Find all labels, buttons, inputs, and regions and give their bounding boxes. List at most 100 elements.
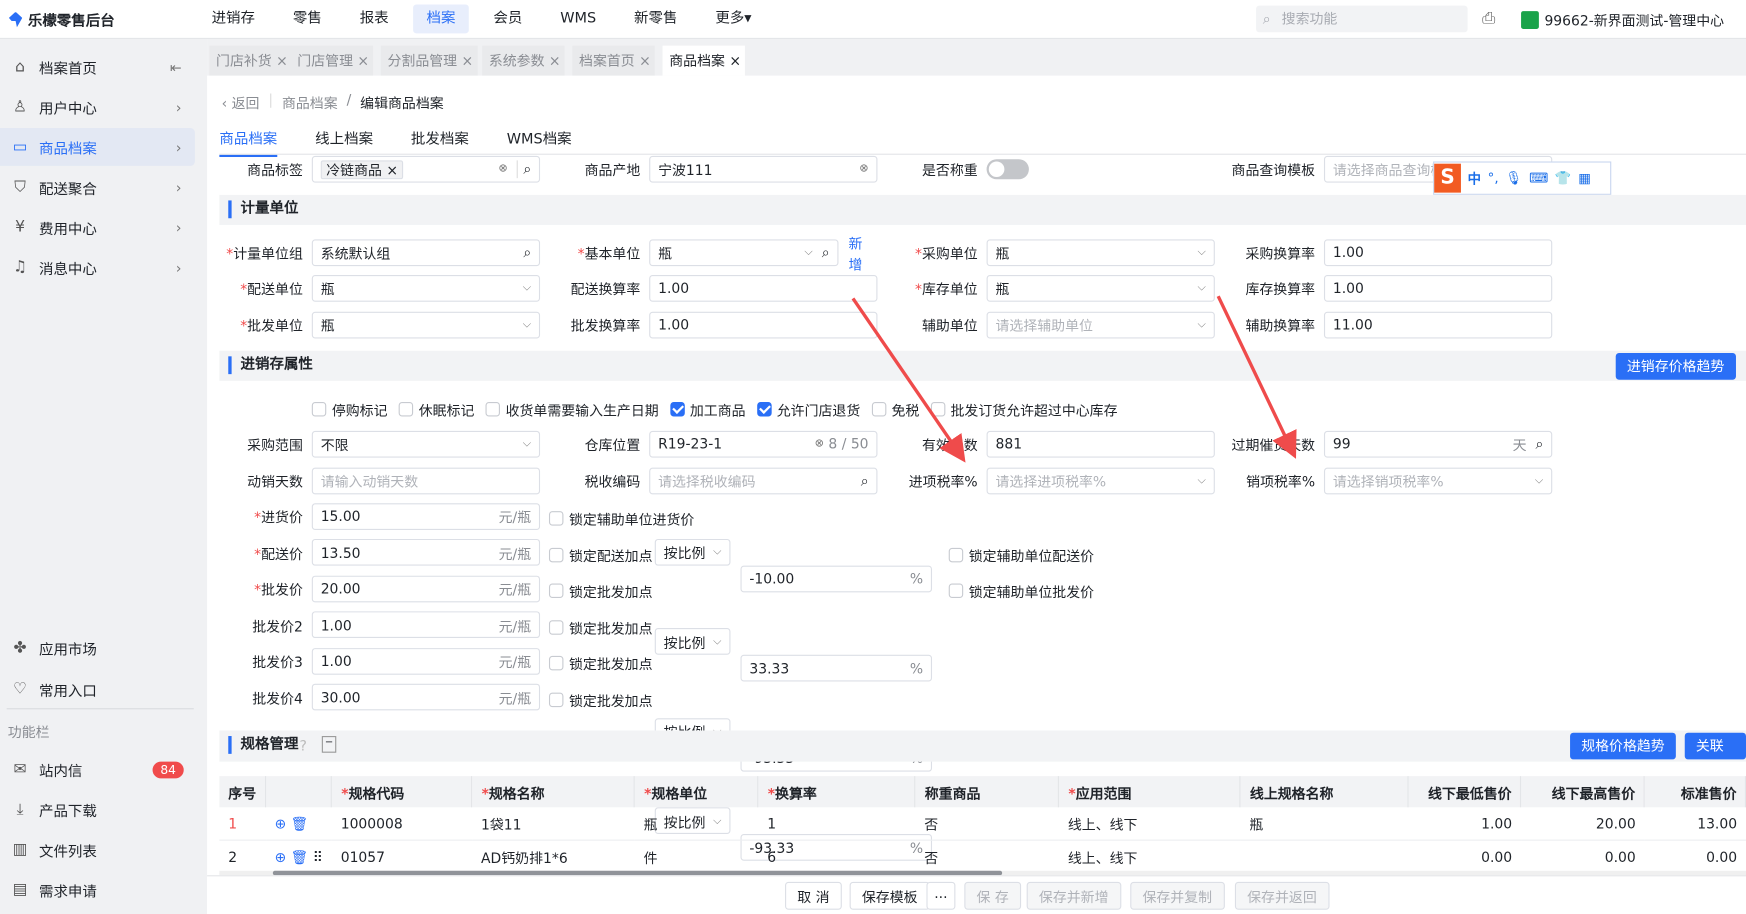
field-input[interactable]: 请选择进项税率% ⌵ bbox=[986, 467, 1215, 494]
checkbox[interactable] bbox=[548, 511, 564, 526]
clear-icon[interactable]: ⊗ bbox=[859, 163, 868, 175]
checkbox[interactable] bbox=[548, 547, 564, 562]
page-tab[interactable]: 档案首页 × bbox=[572, 45, 656, 76]
checkbox[interactable] bbox=[948, 583, 964, 598]
sub-tab[interactable]: WMS档案 bbox=[507, 127, 572, 157]
checkbox[interactable] bbox=[548, 583, 564, 598]
markup-mode-select[interactable]: 按比例 ⌵ bbox=[654, 538, 731, 566]
markup-rate-input[interactable]: 33.33% bbox=[740, 654, 933, 682]
flag-checkbox[interactable]: 批发订货允许超过中心库存 bbox=[930, 399, 1118, 420]
help-icon[interactable]: ? bbox=[300, 737, 307, 754]
field-input[interactable]: 请输入动销天数 bbox=[311, 467, 541, 494]
chevron-down-icon[interactable]: ⌵ bbox=[523, 438, 531, 450]
search-icon[interactable]: ⌕ bbox=[523, 243, 531, 261]
app-logo[interactable]: 乐檬零售后台 bbox=[8, 9, 115, 30]
page-tab[interactable]: 商品档案 × bbox=[662, 45, 746, 76]
sidebar-item[interactable]: ▭ 商品档案 › bbox=[0, 128, 195, 166]
checkbox[interactable] bbox=[756, 401, 772, 417]
function-search-input[interactable]: ⌕ 搜索功能 bbox=[1256, 5, 1468, 33]
field-input[interactable]: 请选择税收编码 ⌕ bbox=[649, 467, 878, 494]
sidebar-item[interactable]: ♙ 用户中心 › bbox=[0, 88, 195, 126]
nav-item[interactable]: 新零售 bbox=[621, 4, 691, 33]
weigh-toggle[interactable] bbox=[986, 158, 1029, 179]
lock-checkbox[interactable]: 锁定配送加点 bbox=[548, 544, 653, 565]
chevron-down-icon[interactable]: ⌵ bbox=[523, 282, 531, 294]
chevron-down-icon[interactable]: ⌵ bbox=[804, 246, 812, 258]
field-input[interactable]: 1.00 bbox=[1323, 274, 1553, 302]
lock-aux-checkbox[interactable]: 锁定辅助单位批发价 bbox=[948, 580, 1094, 601]
checkbox[interactable] bbox=[548, 692, 564, 707]
lock-checkbox[interactable]: 锁定辅助单位进货价 bbox=[548, 508, 694, 529]
field-input[interactable]: 99 天 ⌕ bbox=[1323, 430, 1553, 458]
drag-handle-icon[interactable]: ⠿ bbox=[308, 848, 323, 865]
delete-row-icon[interactable]: 🗑 bbox=[291, 815, 309, 832]
back-link[interactable]: ‹ 返回 bbox=[222, 91, 260, 112]
flag-checkbox[interactable]: 免税 bbox=[871, 399, 919, 420]
delete-row-icon[interactable]: 🗑 bbox=[291, 848, 309, 865]
sidebar-item[interactable]: ✉ 站内信 84 bbox=[0, 751, 195, 789]
checkbox[interactable] bbox=[485, 401, 501, 417]
sidebar-item[interactable]: ▥ 文件列表 bbox=[0, 831, 195, 869]
field-input[interactable]: 20.00 元/瓶 bbox=[311, 575, 541, 602]
field-input[interactable]: 1.00 元/瓶 bbox=[311, 647, 541, 675]
chevron-down-icon[interactable]: ⌵ bbox=[1535, 474, 1543, 486]
lock-checkbox[interactable]: 锁定批发加点 bbox=[548, 580, 653, 601]
field-input[interactable]: 1.00 bbox=[649, 274, 878, 302]
add-row-icon[interactable]: ⊕ bbox=[275, 815, 291, 832]
checkbox[interactable] bbox=[948, 547, 964, 562]
markup-rate-input[interactable]: -10.00% bbox=[740, 565, 933, 592]
breadcrumb-parent[interactable]: 商品档案 bbox=[282, 91, 338, 112]
flag-checkbox[interactable]: 收货单需要输入生产日期 bbox=[485, 399, 659, 420]
field-input[interactable]: 系统默认组 ⌕ bbox=[311, 238, 541, 266]
field-input[interactable]: R19-23-1 ⊗ 8 / 50 bbox=[649, 430, 878, 458]
sidebar-item[interactable]: ¥ 费用中心 › bbox=[0, 208, 195, 246]
linked-products-button[interactable]: 关联商品 bbox=[1684, 732, 1746, 781]
field-input[interactable]: 1.00 元/瓶 bbox=[311, 611, 541, 639]
page-tab[interactable]: 系统参数 × bbox=[482, 45, 566, 76]
sidebar-item[interactable]: ♡ 常用入口 bbox=[0, 670, 195, 708]
checkbox[interactable] bbox=[871, 401, 886, 417]
sidebar-item[interactable]: ▤ 需求申请 bbox=[0, 871, 195, 909]
lock-aux-checkbox[interactable]: 锁定辅助单位配送价 bbox=[948, 544, 1094, 565]
field-input[interactable]: 瓶 ⌵ bbox=[986, 238, 1215, 266]
origin-input[interactable]: 宁波111 ⊗ bbox=[649, 155, 878, 183]
field-input[interactable]: 11.00 bbox=[1323, 311, 1553, 338]
flag-checkbox[interactable]: 加工商品 bbox=[669, 399, 746, 420]
field-input[interactable]: 881 bbox=[986, 430, 1215, 458]
page-tab[interactable]: 门店补货 × bbox=[209, 45, 293, 76]
sidebar-item[interactable]: ⛉ 配送聚合 › bbox=[0, 168, 195, 206]
product-tag-input[interactable]: 冷链商品 × ⊗ ⌕ bbox=[311, 155, 541, 183]
footer-button[interactable]: 保 存 bbox=[964, 881, 1022, 910]
field-input[interactable]: 13.50 元/瓶 bbox=[311, 538, 541, 566]
sidebar-item[interactable]: ♫ 消息中心 › bbox=[0, 248, 195, 286]
nav-item[interactable]: 报表 bbox=[346, 4, 402, 33]
store-switcher[interactable]: 99662-新界面测试-管理中心 bbox=[1521, 9, 1724, 30]
spec-price-trend-button[interactable]: 规格价格趋势 bbox=[1570, 732, 1676, 760]
footer-button[interactable]: ··· bbox=[926, 881, 956, 910]
search-icon[interactable]: ⌕ bbox=[822, 243, 830, 261]
sidebar-item[interactable]: ⌂ 档案首页 ⇤ bbox=[0, 48, 195, 86]
footer-button[interactable]: 保存并返回 bbox=[1234, 881, 1330, 910]
printer-icon[interactable]: ⎙ bbox=[1482, 8, 1495, 28]
field-input[interactable]: 1.00 bbox=[649, 311, 878, 338]
chevron-down-icon[interactable]: ⌵ bbox=[1197, 282, 1205, 294]
sub-tab[interactable]: 线上档案 bbox=[315, 127, 373, 157]
nav-item[interactable]: WMS bbox=[547, 4, 610, 33]
footer-button[interactable]: 保存模板 bbox=[849, 881, 930, 910]
lock-checkbox[interactable]: 锁定批发加点 bbox=[548, 689, 653, 710]
markup-mode-select[interactable]: 按比例 ⌵ bbox=[654, 628, 731, 655]
nav-item[interactable]: 会员 bbox=[480, 4, 536, 33]
sidebar-item[interactable]: ✤ 应用市场 bbox=[0, 629, 195, 667]
sidebar-item[interactable]: ⤓ 产品下载 bbox=[0, 791, 195, 829]
field-input[interactable]: 瓶 ⌵ bbox=[311, 311, 541, 338]
chevron-down-icon[interactable]: ⌵ bbox=[1197, 474, 1205, 486]
lock-checkbox[interactable]: 锁定批发加点 bbox=[548, 653, 653, 674]
add-unit-link[interactable]: 新增 bbox=[849, 231, 863, 273]
checkbox[interactable] bbox=[930, 401, 945, 417]
clear-icon[interactable]: ⊗ bbox=[498, 163, 507, 175]
field-input[interactable]: 30.00 元/瓶 bbox=[311, 683, 541, 711]
footer-button[interactable]: 保存并新增 bbox=[1026, 881, 1121, 910]
search-icon[interactable]: ⌕ bbox=[516, 159, 531, 178]
flag-checkbox[interactable]: 允许门店退货 bbox=[756, 399, 860, 420]
field-input[interactable]: 1.00 bbox=[1323, 238, 1553, 266]
